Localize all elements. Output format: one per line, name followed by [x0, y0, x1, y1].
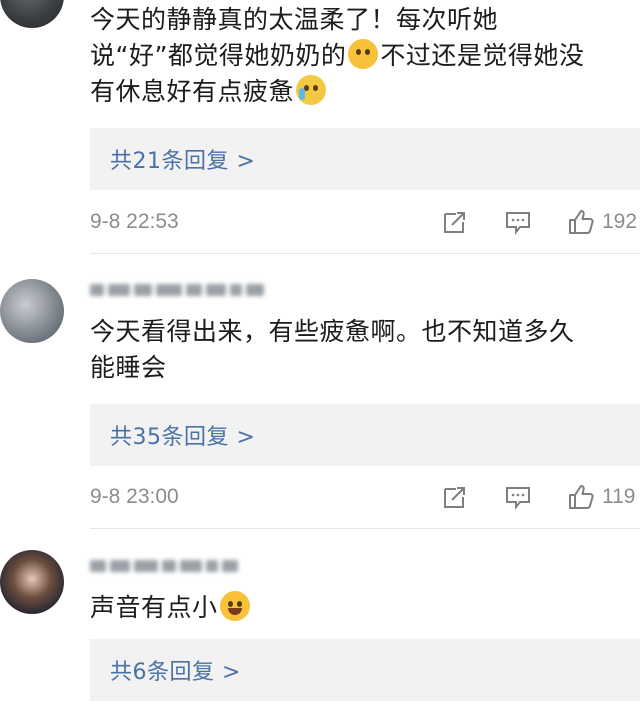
replies-link-box[interactable]: 共35条回复 > — [90, 404, 640, 466]
replies-link[interactable]: 共21条回复 > — [110, 143, 255, 175]
share-icon[interactable] — [442, 484, 468, 510]
replies-link[interactable]: 共35条回复 > — [110, 419, 255, 451]
comment-text-part: 声音有点小 — [90, 593, 218, 622]
avatar[interactable] — [0, 279, 64, 343]
like-count: 119 — [602, 485, 636, 508]
laughing-tears-emoji-icon — [219, 591, 250, 621]
username-blurred[interactable] — [90, 556, 238, 576]
like-count: 192 — [602, 210, 638, 233]
divider — [90, 253, 640, 254]
share-icon[interactable] — [442, 209, 468, 235]
timestamp: 9-8 22:53 — [90, 210, 179, 233]
comment-icon[interactable] — [505, 484, 531, 510]
username-blurred[interactable] — [90, 280, 264, 300]
replies-link[interactable]: 共6条回复 > — [110, 654, 241, 686]
comment-meta: 9-8 22:53 192 — [90, 207, 640, 237]
divider — [90, 528, 640, 529]
thumbs-up-icon[interactable] — [568, 484, 594, 510]
comment-text: 今天看得出来，有些疲惫啊。也不知道多久 能睡会 — [90, 317, 575, 382]
avatar[interactable] — [0, 0, 64, 28]
avatar[interactable] — [0, 550, 64, 614]
comment-text: 声音有点小 — [90, 590, 638, 626]
thumbs-up-icon[interactable] — [568, 209, 594, 235]
replies-link-box[interactable]: 共21条回复 > — [90, 128, 640, 190]
replies-link-box[interactable]: 共6条回复 > — [90, 639, 640, 701]
crying-emoji-icon — [296, 75, 327, 105]
comment-text: 今天的静静真的太温柔了！每次听她 说“好”都觉得她奶奶的 不过还是觉得她没 有休息… — [90, 2, 638, 110]
scream-emoji-icon — [348, 39, 379, 69]
comment-icon[interactable] — [505, 209, 531, 235]
comment-meta: 9-8 23:00 119 — [90, 482, 640, 512]
timestamp: 9-8 23:00 — [90, 485, 179, 508]
